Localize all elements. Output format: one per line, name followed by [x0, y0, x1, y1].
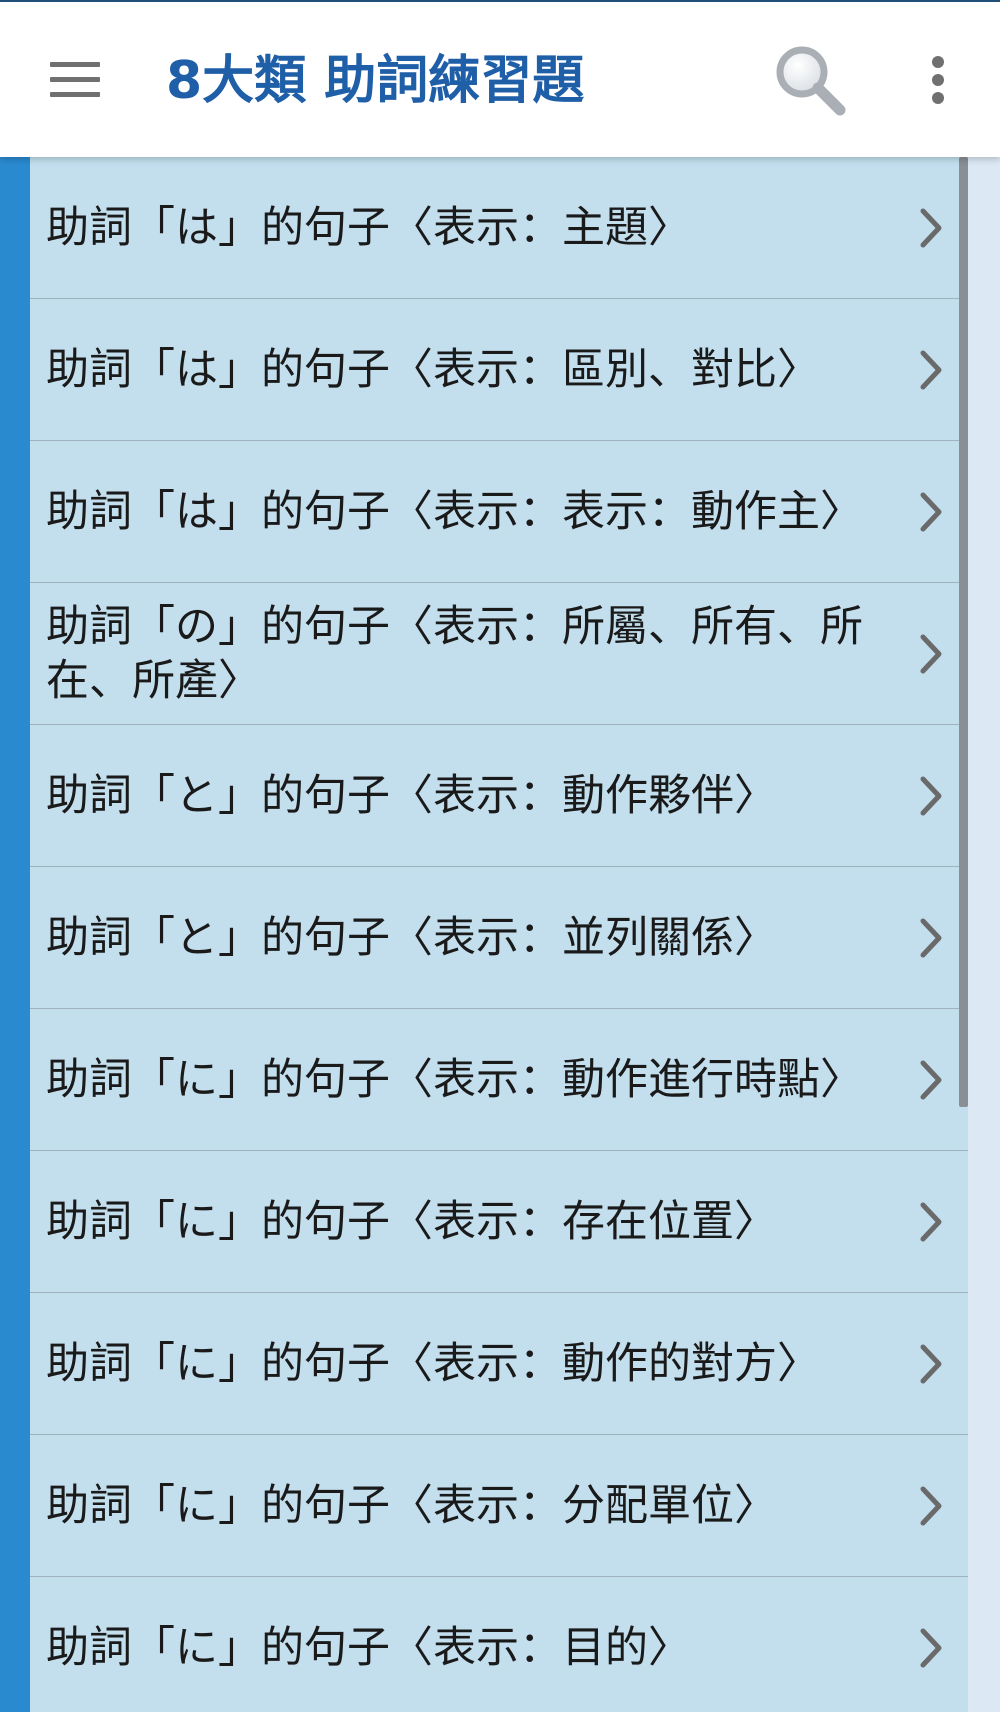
list-item[interactable]: 助詞「に」的句子〈表示：動作進行時點〉	[30, 1009, 968, 1151]
menu-line	[50, 77, 100, 82]
list-item[interactable]: 助詞「に」的句子〈表示：目的〉	[30, 1577, 968, 1712]
list-item[interactable]: 助詞「に」的句子〈表示：分配單位〉	[30, 1435, 968, 1577]
chevron-right-icon	[920, 208, 942, 248]
search-icon[interactable]	[772, 42, 848, 118]
more-vertical-icon[interactable]	[920, 52, 956, 108]
hamburger-menu-icon[interactable]	[46, 58, 102, 102]
right-gutter	[970, 157, 1000, 1712]
chevron-right-icon	[920, 350, 942, 390]
list-item-label: 助詞「と」的句子〈表示：動作夥伴〉	[46, 770, 777, 821]
chevron-right-icon	[920, 1344, 942, 1384]
chevron-right-icon	[920, 492, 942, 532]
list-item-label: 助詞「に」的句子〈表示：分配單位〉	[46, 1480, 777, 1531]
list-item[interactable]: 助詞「は」的句子〈表示：區別、對比〉	[30, 299, 968, 441]
dot	[932, 74, 944, 86]
app-bar: 8大類 助詞練習題	[0, 0, 1000, 157]
chevron-right-icon	[920, 1628, 942, 1668]
menu-line	[50, 62, 100, 67]
list-item-label: 助詞「と」的句子〈表示：並列關係〉	[46, 912, 777, 963]
list-item-label: 助詞「に」的句子〈表示：動作的對方〉	[46, 1338, 820, 1389]
accent-strip	[0, 157, 30, 1712]
list-item-label: 助詞「は」的句子〈表示：區別、對比〉	[46, 344, 820, 395]
list-item-label: 助詞「に」的句子〈表示：存在位置〉	[46, 1196, 777, 1247]
chevron-right-icon	[920, 918, 942, 958]
dot	[932, 92, 944, 104]
list-item[interactable]: 助詞「は」的句子〈表示：表示：動作主〉	[30, 441, 968, 583]
chevron-right-icon	[920, 1202, 942, 1242]
dot	[932, 56, 944, 68]
list-item[interactable]: 助詞「に」的句子〈表示：存在位置〉	[30, 1151, 968, 1293]
chevron-right-icon	[920, 634, 942, 674]
list-item-label: 助詞「に」的句子〈表示：目的〉	[46, 1622, 691, 1673]
list-item[interactable]: 助詞「の」的句子〈表示：所屬、所有、所在、所產〉	[30, 583, 968, 725]
list-item[interactable]: 助詞「と」的句子〈表示：動作夥伴〉	[30, 725, 968, 867]
menu-line	[50, 92, 100, 97]
list-item[interactable]: 助詞「と」的句子〈表示：並列關係〉	[30, 867, 968, 1009]
list-item-label: 助詞「に」的句子〈表示：動作進行時點〉	[46, 1054, 863, 1105]
list-item-label: 助詞「は」的句子〈表示：主題〉	[46, 202, 691, 253]
exercise-list: 助詞「は」的句子〈表示：主題〉助詞「は」的句子〈表示：區別、對比〉 助詞「は」的句…	[30, 157, 968, 1712]
page-title: 8大類 助詞練習題	[166, 51, 585, 111]
chevron-right-icon	[920, 1060, 942, 1100]
chevron-right-icon	[920, 776, 942, 816]
list-item[interactable]: 助詞「は」的句子〈表示：主題〉	[30, 157, 968, 299]
list-item-label: 助詞「の」的句子〈表示：所屬、所有、所在、所產〉	[46, 601, 863, 706]
scrollbar[interactable]	[959, 157, 968, 1107]
list-item[interactable]: 助詞「に」的句子〈表示：動作的對方〉	[30, 1293, 968, 1435]
list-item-label: 助詞「は」的句子〈表示：表示：動作主〉	[46, 486, 863, 537]
chevron-right-icon	[920, 1486, 942, 1526]
